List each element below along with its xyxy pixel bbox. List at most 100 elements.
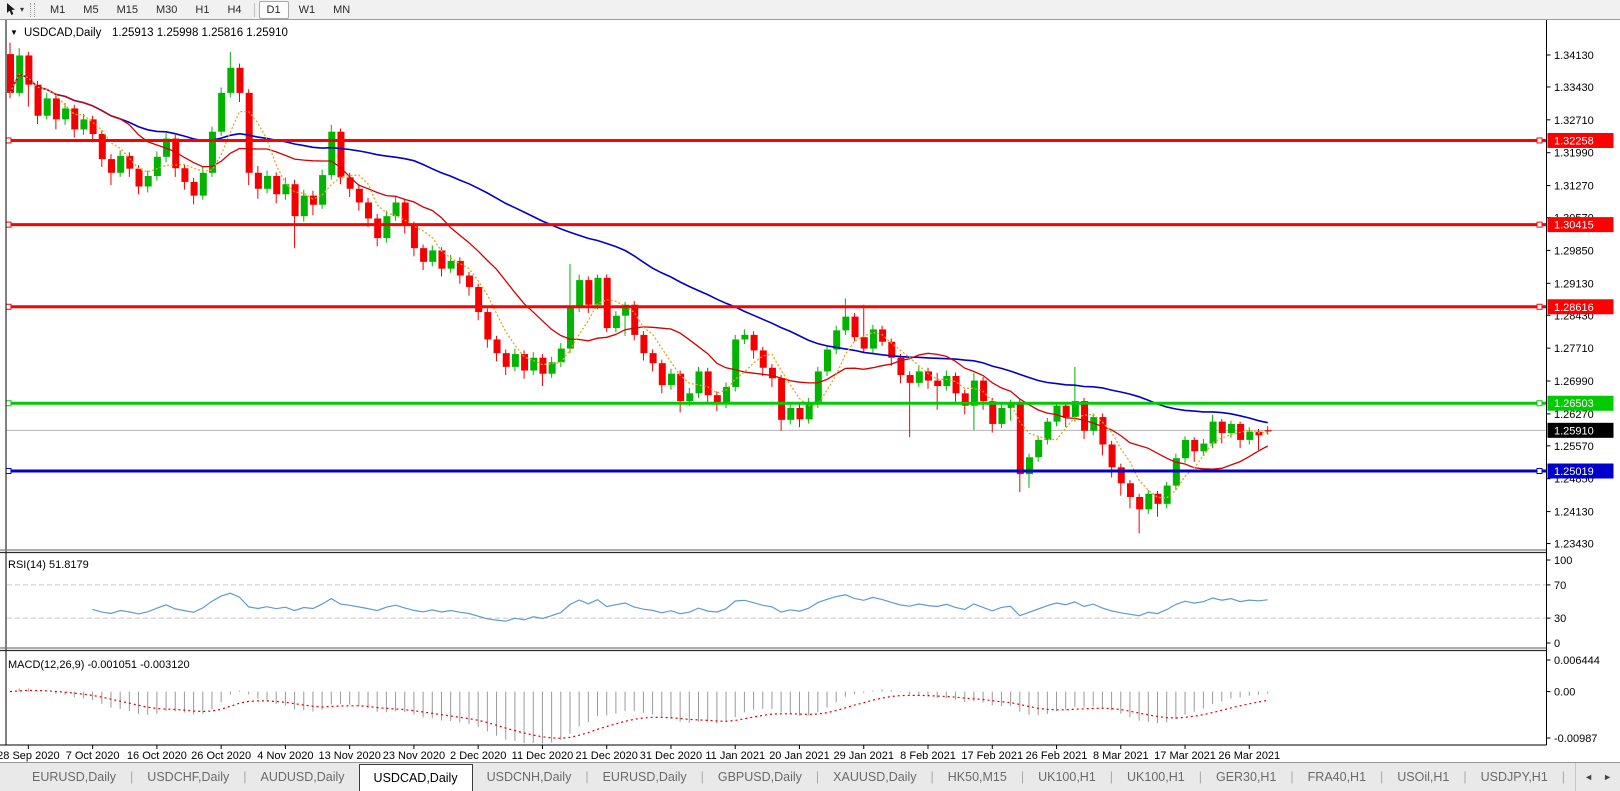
- chart-tab-gbpusd-daily[interactable]: GBPUSD,Daily: [704, 763, 816, 791]
- chart-tab-eurusd-daily[interactable]: EURUSD,Daily: [589, 763, 701, 791]
- candle-body: [1126, 483, 1134, 497]
- line-handle[interactable]: [5, 468, 12, 475]
- chart-tab-dj30-weekly[interactable]: DJ30,Weekly: [1565, 763, 1575, 791]
- candle-body: [144, 175, 152, 187]
- line-handle[interactable]: [5, 303, 12, 310]
- macd-axis-label: -0.00987: [1554, 733, 1597, 745]
- candle-body: [732, 339, 740, 387]
- candle-body: [566, 307, 574, 349]
- date-axis-label: 17 Feb 2021: [961, 750, 1023, 762]
- timeframe-button-m15[interactable]: M15: [109, 1, 146, 19]
- date-axis-label: 8 Feb 2021: [900, 750, 956, 762]
- timeframe-button-w1[interactable]: W1: [291, 1, 324, 19]
- timeframe-button-m30[interactable]: M30: [148, 1, 185, 19]
- price-axis-label: 1.25570: [1554, 441, 1594, 453]
- timeframe-button-mn[interactable]: MN: [325, 1, 358, 19]
- line-handle[interactable]: [1536, 221, 1543, 228]
- chart-tab-usdjpy-h1[interactable]: USDJPY,H1: [1467, 763, 1562, 791]
- candle-body: [952, 375, 960, 394]
- timeframe-button-d1[interactable]: D1: [258, 0, 289, 19]
- rsi-axis-label: 30: [1554, 613, 1566, 625]
- candle-body: [98, 133, 106, 160]
- candle-body: [594, 277, 602, 305]
- candle-body: [824, 349, 832, 372]
- price-tag-label: 1.32258: [1554, 135, 1594, 147]
- date-axis-label: 23 Nov 2020: [383, 750, 445, 762]
- date-axis-label: 11 Jan 2021: [705, 750, 765, 762]
- candle-body: [980, 380, 988, 402]
- chart-tab-uk100-h1[interactable]: UK100,H1: [1113, 763, 1199, 791]
- candle-body: [934, 380, 942, 387]
- timeframe-button-h1[interactable]: H1: [187, 1, 217, 19]
- timeframe-toolbar: ▾ M1 M5 M15 M30 H1 H4 D1 W1 MN: [0, 0, 1620, 20]
- chart-tab-usdchf-daily[interactable]: USDCHF,Daily: [133, 763, 243, 791]
- tab-scroll-right-icon[interactable]: ►: [1603, 772, 1612, 782]
- price-tag-label: 1.25910: [1554, 425, 1594, 437]
- chart-tab-fra40-h1[interactable]: FRA40,H1: [1294, 763, 1380, 791]
- candle-body: [1182, 439, 1190, 459]
- chart-tab-hk50-m15[interactable]: HK50,M15: [934, 763, 1021, 791]
- candle-body: [319, 175, 327, 205]
- candle-body: [658, 363, 666, 386]
- candle-body: [576, 280, 584, 308]
- candle-body: [869, 329, 877, 349]
- rsi-axis-label: 0: [1554, 638, 1560, 650]
- candle-body: [695, 371, 703, 394]
- chart-title-dropdown-icon[interactable]: ▼: [10, 28, 18, 37]
- candle-body: [860, 337, 868, 349]
- price-tag-label: 1.26503: [1554, 398, 1594, 410]
- timeframe-button-m5[interactable]: M5: [75, 1, 106, 19]
- line-handle[interactable]: [1536, 303, 1543, 310]
- chart-tab-eurusd-daily[interactable]: EURUSD,Daily: [18, 763, 130, 791]
- chart-title-ohlc: 1.25913 1.25998 1.25816 1.25910: [112, 27, 288, 39]
- candle-body: [521, 354, 529, 371]
- price-axis-label: 1.27710: [1554, 343, 1594, 355]
- candle-body: [585, 280, 593, 305]
- candle-body: [107, 159, 115, 173]
- toolbar-grip[interactable]: [30, 2, 36, 17]
- chart-tab-usdcnh-daily[interactable]: USDCNH,Daily: [473, 763, 586, 791]
- date-axis-label: 26 Feb 2021: [1026, 750, 1088, 762]
- candle-body: [1136, 496, 1144, 510]
- candle-body: [1035, 439, 1043, 458]
- price-axis-label: 1.26990: [1554, 376, 1594, 388]
- line-handle[interactable]: [1536, 137, 1543, 144]
- candle-body: [915, 371, 923, 383]
- price-tag-label: 1.30415: [1554, 220, 1594, 232]
- candle-body: [264, 175, 272, 189]
- candle-body: [365, 202, 373, 219]
- line-handle[interactable]: [5, 221, 12, 228]
- chart-tab-ger30-h1[interactable]: GER30,H1: [1202, 763, 1290, 791]
- candle-body: [778, 378, 786, 420]
- date-axis-label: 8 Mar 2021: [1093, 750, 1149, 762]
- chart-tab-usdcad-daily[interactable]: USDCAD,Daily: [358, 764, 473, 791]
- line-handle[interactable]: [1536, 468, 1543, 475]
- candle-body: [704, 371, 712, 396]
- line-handle[interactable]: [5, 400, 12, 407]
- tab-scroll-left-icon[interactable]: ◄: [1584, 772, 1593, 782]
- timeframe-button-h4[interactable]: H4: [219, 1, 249, 19]
- price-axis-label: 1.24130: [1554, 507, 1594, 519]
- candle-body: [309, 195, 317, 205]
- chart-tab-xauusd-daily[interactable]: XAUUSD,Daily: [819, 763, 930, 791]
- candle-body: [493, 339, 501, 354]
- candle-body: [466, 275, 473, 287]
- candle-body: [1191, 439, 1199, 452]
- line-handle[interactable]: [1536, 400, 1543, 407]
- line-handle[interactable]: [5, 137, 12, 144]
- candle-body: [71, 108, 79, 130]
- candle-body: [475, 286, 483, 313]
- chart-tab-uk100-h1[interactable]: UK100,H1: [1024, 763, 1110, 791]
- candle-body: [181, 168, 189, 182]
- price-axis-label: 1.32710: [1554, 115, 1594, 127]
- chart-tab-usoil-h1[interactable]: USOil,H1: [1383, 763, 1463, 791]
- price-tag-label: 1.25019: [1554, 466, 1594, 478]
- price-chart-canvas[interactable]: 1.341301.334301.327101.319901.312701.305…: [0, 20, 1620, 762]
- cursor-tool-icon[interactable]: [3, 2, 19, 18]
- candle-body: [383, 216, 391, 239]
- date-axis-label: 31 Dec 2020: [640, 750, 702, 762]
- cursor-tool-dropdown-caret[interactable]: ▾: [20, 5, 24, 14]
- candle-body: [62, 108, 70, 120]
- chart-tab-audusd-daily[interactable]: AUDUSD,Daily: [247, 763, 359, 791]
- timeframe-button-m1[interactable]: M1: [42, 1, 73, 19]
